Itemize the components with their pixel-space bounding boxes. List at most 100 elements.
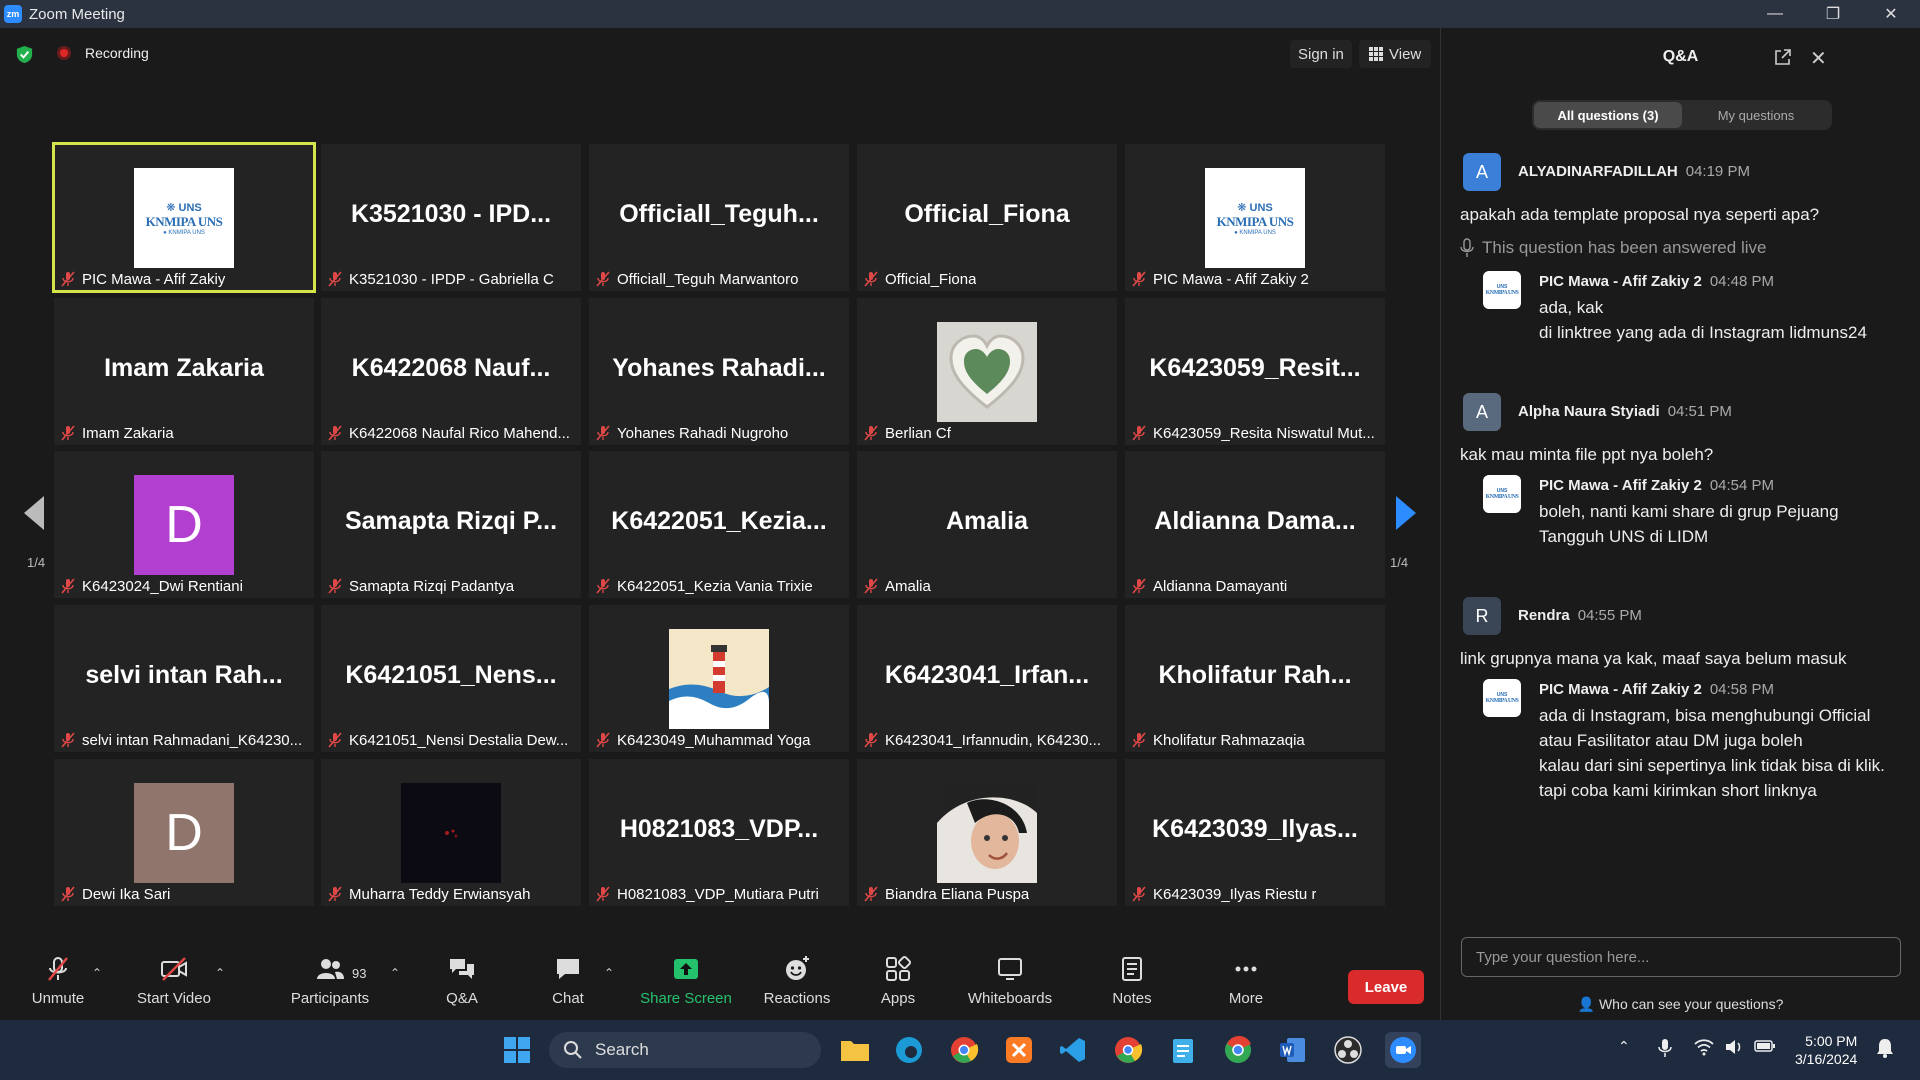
participant-display-name: K6423039_Ilyas...: [1152, 815, 1358, 843]
participant-name: Kholifatur Rahmazaqia: [1153, 731, 1305, 749]
participant-tile[interactable]: Berlian Cf: [857, 298, 1117, 445]
close-window-button[interactable]: ✕: [1862, 0, 1920, 28]
reactions-button[interactable]: Reactions: [762, 940, 832, 1020]
edge-browser-icon[interactable]: [891, 1032, 927, 1068]
muted-mic-icon: [596, 732, 610, 748]
minimize-button[interactable]: —: [1746, 0, 1804, 28]
asker-name: Rendra 04:55 PM: [1518, 607, 1642, 624]
apps-button[interactable]: Apps: [878, 940, 918, 1020]
participant-name: PIC Mawa - Afif Zakiy: [82, 270, 226, 288]
notification-bell-icon[interactable]: [1876, 1038, 1894, 1061]
popout-icon[interactable]: [1774, 48, 1792, 66]
person-lock-icon: 👤: [1577, 996, 1596, 1012]
chrome-icon[interactable]: [946, 1032, 982, 1068]
tray-chevron-icon[interactable]: ⌃: [1618, 1038, 1630, 1055]
answerer-name-text: PIC Mawa - Afif Zakiy 2: [1539, 477, 1702, 494]
tab-my-questions[interactable]: My questions: [1682, 102, 1830, 128]
recording-label[interactable]: Recording: [85, 45, 149, 61]
participant-tile[interactable]: D K6423024_Dwi Rentiani: [54, 451, 314, 598]
close-panel-icon[interactable]: ✕: [1810, 46, 1827, 71]
more-button[interactable]: More: [1226, 940, 1266, 1020]
participant-tile[interactable]: selvi intan Rah... selvi intan Rahmadani_…: [54, 605, 314, 752]
participants-options-chevron-icon[interactable]: ⌃: [390, 966, 400, 980]
participant-tile[interactable]: Kholifatur Rah... Kholifatur Rahmazaqia: [1125, 605, 1385, 752]
participant-tile[interactable]: D Dewi Ika Sari: [54, 759, 314, 906]
muted-mic-icon: [596, 271, 610, 287]
answer-time: 04:58 PM: [1709, 681, 1775, 698]
who-can-see-link[interactable]: 👤 Who can see your questions?: [1441, 996, 1920, 1013]
participant-tile[interactable]: Imam Zakaria Imam Zakaria: [54, 298, 314, 445]
notes-button[interactable]: Notes: [1110, 940, 1154, 1020]
apps-label: Apps: [880, 989, 916, 1007]
participant-tile[interactable]: Official_Fiona Official_Fiona: [857, 144, 1117, 291]
answerer-name-text: PIC Mawa - Afif Zakiy 2: [1539, 273, 1702, 290]
windows-start-icon[interactable]: [499, 1032, 535, 1068]
participant-tile[interactable]: Amalia Amalia: [857, 451, 1117, 598]
asker-name-text: Alpha Naura Styiadi: [1518, 403, 1660, 420]
search-icon: [564, 1041, 582, 1059]
obs-icon[interactable]: [1330, 1032, 1366, 1068]
file-explorer-icon[interactable]: [837, 1032, 873, 1068]
security-shield-icon[interactable]: [15, 45, 34, 64]
taskbar-search[interactable]: Search: [549, 1032, 821, 1068]
battery-icon[interactable]: [1754, 1038, 1776, 1057]
whiteboards-button[interactable]: Whiteboards: [964, 940, 1056, 1020]
audio-options-chevron-icon[interactable]: ⌃: [92, 966, 102, 980]
participant-display-name: Amalia: [946, 507, 1028, 535]
taskbar-clock[interactable]: 5:00 PM 3/16/2024: [1795, 1032, 1857, 1068]
participant-tile[interactable]: K6422068 Nauf... K6422068 Naufal Rico Mah…: [321, 298, 581, 445]
participant-display-name: H0821083_VDP...: [619, 815, 819, 843]
participant-tile[interactable]: Yohanes Rahadi... Yohanes Rahadi Nugroho: [589, 298, 849, 445]
chrome-profile-icon[interactable]: [1110, 1032, 1146, 1068]
view-button[interactable]: View: [1359, 40, 1432, 68]
zoom-taskbar-icon[interactable]: [1385, 1032, 1421, 1068]
participant-tile[interactable]: Officiall_Teguh... Officiall_Teguh Marwan…: [589, 144, 849, 291]
participant-tile[interactable]: K3521030 - IPD... K3521030 - IPDP - Gabri…: [321, 144, 581, 291]
participant-tile[interactable]: K6423039_Ilyas... K6423039_Ilyas Riestu r: [1125, 759, 1385, 906]
unmute-button[interactable]: Unmute: [22, 940, 94, 1020]
participant-name-label: Officiall_Teguh Marwantoro: [595, 269, 843, 289]
participant-tile[interactable]: H0821083_VDP... H0821083_VDP_Mutiara Putr…: [589, 759, 849, 906]
chat-options-chevron-icon[interactable]: ⌃: [604, 966, 614, 980]
lighthouse-avatar: [669, 629, 769, 729]
participant-tile[interactable]: K6423059_Resit... K6423059_Resita Niswatu…: [1125, 298, 1385, 445]
participant-tile[interactable]: Aldianna Dama... Aldianna Damayanti: [1125, 451, 1385, 598]
participants-label: Participants: [290, 989, 370, 1007]
video-options-chevron-icon[interactable]: ⌃: [215, 966, 225, 980]
question-input[interactable]: Type your question here...: [1461, 937, 1901, 977]
participant-display-name: Imam Zakaria: [104, 354, 264, 382]
start-video-button[interactable]: Start Video: [130, 940, 218, 1020]
participant-name-label: PIC Mawa - Afif Zakiy 2: [1131, 269, 1379, 289]
asker-name-text: ALYADINARFADILLAH: [1518, 163, 1678, 180]
chat-button[interactable]: Chat: [550, 940, 586, 1020]
tab-all-questions[interactable]: All questions (3): [1534, 102, 1682, 128]
leave-button[interactable]: Leave: [1348, 970, 1424, 1004]
qa-button[interactable]: Q&A: [440, 940, 484, 1020]
participant-tile[interactable]: Samapta Rizqi P... Samapta Rizqi Padantya: [321, 451, 581, 598]
answer-time: 04:48 PM: [1709, 273, 1775, 290]
participant-tile[interactable]: K6423049_Muhammad Yoga: [589, 605, 849, 752]
participant-display-name: K6423059_Resit...: [1149, 354, 1361, 382]
participant-tile[interactable]: Muharra Teddy Erwiansyah: [321, 759, 581, 906]
vscode-icon[interactable]: [1055, 1032, 1091, 1068]
page-indicator-left: 1/4: [27, 555, 46, 570]
chrome-secondary-icon[interactable]: [1220, 1032, 1256, 1068]
participant-tile[interactable]: ❋ UNS KNMIPA UNS ● KNMIPA UNS PIC Mawa - Af…: [1125, 144, 1385, 291]
volume-icon[interactable]: [1724, 1038, 1744, 1059]
answerer-name: PIC Mawa - Afif Zakiy 2 04:58 PM: [1539, 681, 1774, 698]
participant-tile[interactable]: ❋ UNS KNMIPA UNS ● KNMIPA UNS PIC Mawa - Af…: [52, 142, 316, 293]
xampp-icon[interactable]: [1001, 1032, 1037, 1068]
notepad-icon[interactable]: [1165, 1032, 1201, 1068]
wifi-icon[interactable]: [1694, 1038, 1714, 1059]
sign-in-button[interactable]: Sign in: [1290, 40, 1352, 68]
tray-microphone-icon[interactable]: [1658, 1038, 1672, 1061]
muted-mic-icon: [328, 732, 342, 748]
participant-tile[interactable]: K6422051_Kezia... K6422051_Kezia Vania Tr…: [589, 451, 849, 598]
participant-tile[interactable]: K6423041_Irfan... K6423041_Irfannudin, K6…: [857, 605, 1117, 752]
muted-mic-icon: [596, 886, 610, 902]
restore-button[interactable]: ❐: [1804, 0, 1862, 28]
participant-tile[interactable]: K6421051_Nens... K6421051_Nensi Destalia …: [321, 605, 581, 752]
participant-tile[interactable]: Biandra Eliana Puspa: [857, 759, 1117, 906]
share-screen-button[interactable]: Share Screen: [640, 940, 732, 1020]
word-icon[interactable]: [1275, 1032, 1311, 1068]
